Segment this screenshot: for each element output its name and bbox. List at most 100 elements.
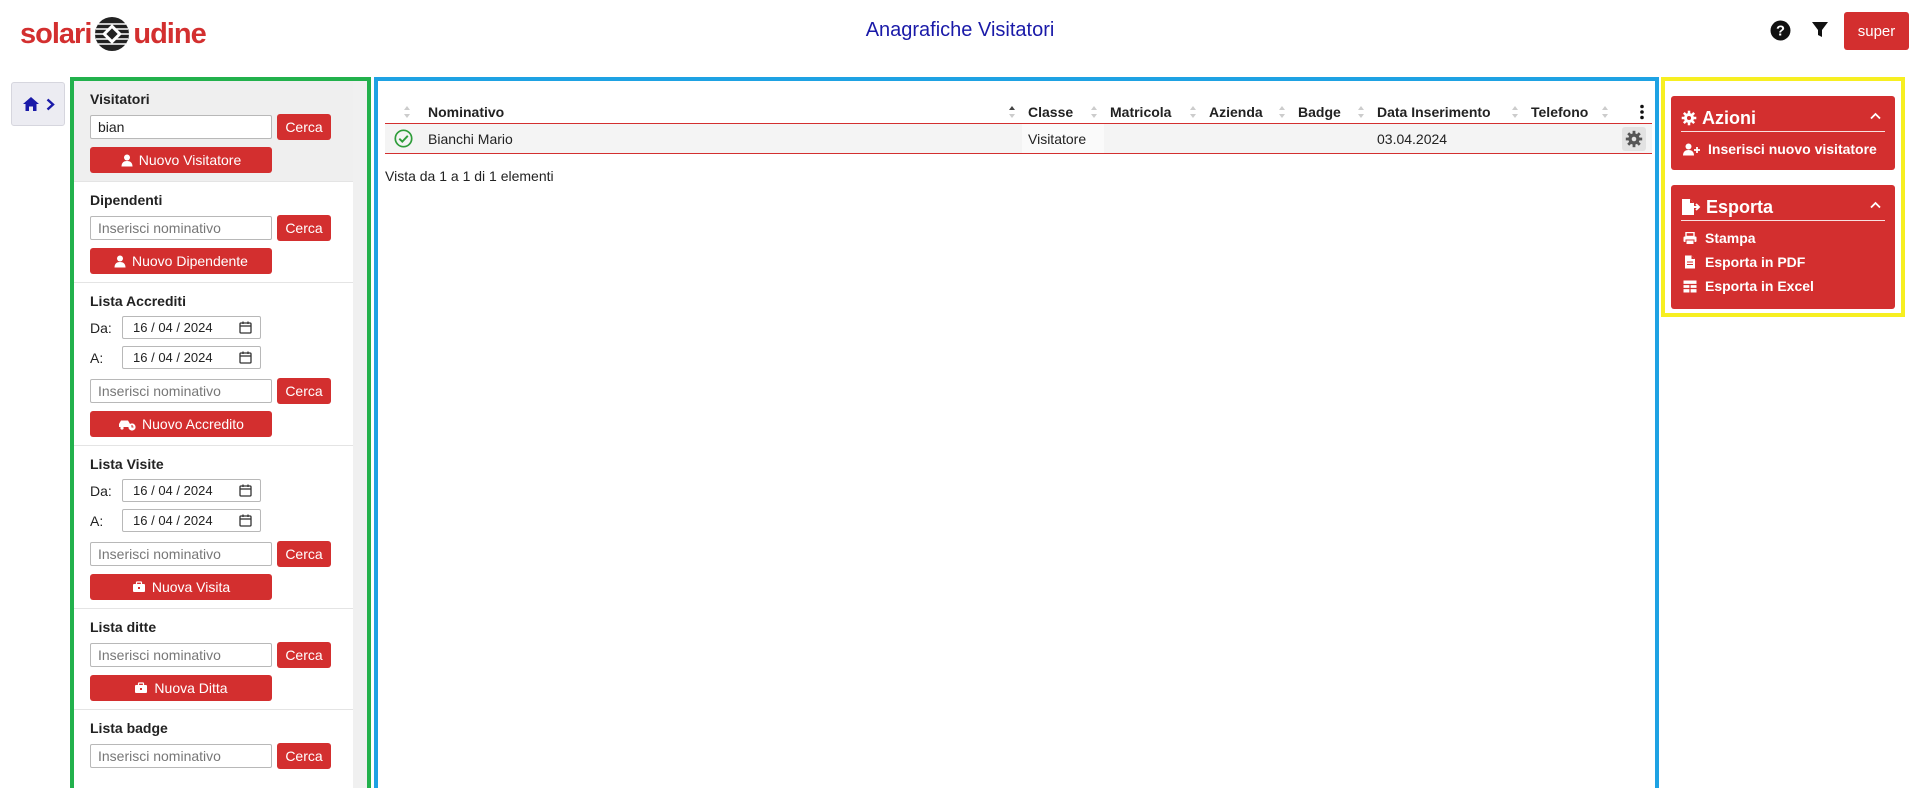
dipendenti-search-input[interactable] <box>90 216 272 240</box>
export-pdf-action[interactable]: Esporta in PDF <box>1683 250 1883 274</box>
col-telefono-header[interactable]: Telefono <box>1525 100 1615 123</box>
new-visit-button[interactable]: Nuova Visita <box>90 574 272 600</box>
accrediti-to-date[interactable]: 16 / 04 / 2024 <box>122 346 261 369</box>
car-clock-icon <box>119 420 136 431</box>
dipendenti-search-button[interactable]: Cerca <box>277 215 331 241</box>
help-icon[interactable]: ? <box>1768 18 1792 42</box>
visitatori-search-input[interactable] <box>90 115 272 139</box>
visitatori-search-button[interactable]: Cerca <box>277 114 331 140</box>
from-label: Da: <box>90 482 112 499</box>
new-visitor-label: Nuovo Visitatore <box>138 152 242 168</box>
export-pdf-label: Esporta in PDF <box>1705 254 1806 270</box>
new-employee-button[interactable]: Nuovo Dipendente <box>90 248 272 274</box>
cell-classe: Visitatore <box>1022 124 1104 153</box>
accrediti-search-input[interactable] <box>90 379 272 403</box>
chevron-right-icon[interactable] <box>46 98 55 111</box>
table-header: Nominativo Classe Matricola Azienda Badg… <box>385 100 1652 124</box>
print-action[interactable]: Stampa <box>1683 226 1883 250</box>
col-classe-header[interactable]: Classe <box>1022 100 1104 123</box>
date-year: 2024 <box>183 483 213 498</box>
file-export-icon <box>1682 199 1701 215</box>
ditte-search-input[interactable] <box>90 643 272 667</box>
column-label: Classe <box>1028 103 1074 120</box>
badge-search-button[interactable]: Cerca <box>277 743 331 769</box>
col-matricola-header[interactable]: Matricola <box>1104 100 1203 123</box>
status-cell <box>385 124 422 153</box>
azioni-title: Azioni <box>1702 107 1756 128</box>
visite-to-date[interactable]: 16 / 04 / 2024 <box>122 509 261 532</box>
section-title: Lista ditte <box>90 619 157 635</box>
visite-search-input[interactable] <box>90 542 272 566</box>
col-badge-header[interactable]: Badge <box>1292 100 1371 123</box>
chevron-up-icon[interactable] <box>1870 112 1881 120</box>
chevron-up-icon[interactable] <box>1870 201 1881 209</box>
visitors-table: Nominativo Classe Matricola Azienda Badg… <box>385 100 1652 154</box>
visite-search-button[interactable]: Cerca <box>277 541 331 567</box>
left-search-panel: Visitatori Cerca Nuovo Visitatore Dipend… <box>70 77 371 788</box>
to-label: A: <box>90 349 104 366</box>
more-vertical-icon[interactable] <box>1640 104 1644 120</box>
section-title: Dipendenti <box>90 192 163 208</box>
new-accredito-button[interactable]: Nuovo Accredito <box>90 411 272 437</box>
page-title-text: Anagrafiche Visitatori <box>865 19 1055 41</box>
section-accrediti: Lista Accrediti Da: 16 / 04 / 2024 A: 16… <box>74 283 357 446</box>
section-title: Visitatori <box>90 91 150 107</box>
sort-asc-icon <box>1009 106 1015 118</box>
svg-text:?: ? <box>1776 23 1785 39</box>
column-options-menu[interactable] <box>1615 100 1652 123</box>
row-settings-button[interactable] <box>1621 126 1646 151</box>
user-menu-button[interactable]: super <box>1844 12 1909 50</box>
date-day: 16 <box>133 513 148 528</box>
export-excel-action[interactable]: Esporta in Excel <box>1683 274 1883 298</box>
file-pdf-icon <box>1685 255 1695 269</box>
new-company-button[interactable]: Nuova Ditta <box>90 675 272 701</box>
ditte-search-button[interactable]: Cerca <box>277 642 331 668</box>
section-visitatori: Visitatori Cerca Nuovo Visitatore <box>74 81 357 182</box>
new-employee-label: Nuovo Dipendente <box>132 253 248 269</box>
visite-from-date[interactable]: 16 / 04 / 2024 <box>122 479 261 502</box>
section-title: Lista Visite <box>90 456 164 472</box>
logo: solari udine <box>20 16 207 52</box>
table-info: Vista da 1 a 1 di 1 elementi <box>385 168 554 184</box>
column-label: Azienda <box>1209 103 1263 120</box>
section-ditte: Lista ditte Cerca Nuova Ditta <box>74 609 357 710</box>
calendar-icon[interactable] <box>239 484 252 497</box>
section-visite: Lista Visite Da: 16 / 04 / 2024 A: 16 / … <box>74 446 357 609</box>
accrediti-search-button[interactable]: Cerca <box>277 378 331 404</box>
section-badge: Lista badge Cerca <box>74 710 357 784</box>
date-year: 2024 <box>183 513 213 528</box>
filter-icon[interactable] <box>1808 18 1832 42</box>
from-label: Da: <box>90 319 112 336</box>
col-status-header[interactable] <box>385 100 422 123</box>
esporta-header[interactable]: Esporta <box>1681 194 1885 221</box>
calendar-icon[interactable] <box>239 351 252 364</box>
accrediti-from-date[interactable]: 16 / 04 / 2024 <box>122 316 261 339</box>
col-azienda-header[interactable]: Azienda <box>1203 100 1292 123</box>
sort-icon <box>1512 106 1518 118</box>
briefcase-icon <box>135 682 148 693</box>
section-title: Lista badge <box>90 720 168 736</box>
col-data-inserimento-header[interactable]: Data Inserimento <box>1371 100 1525 123</box>
gear-icon <box>1681 110 1697 126</box>
table-row[interactable]: Bianchi Mario Visitatore 03.04.2024 <box>385 124 1652 154</box>
esporta-card: Esporta Stampa Esporta in PDF Esporta in… <box>1671 185 1895 309</box>
badge-search-input[interactable] <box>90 744 272 768</box>
page-title: Anagrafiche Visitatori <box>0 19 1920 42</box>
column-label: Nominativo <box>428 103 505 120</box>
header: solari udine Anagrafiche Visitatori ? su… <box>0 0 1920 64</box>
insert-visitor-action[interactable]: Inserisci nuovo visitatore <box>1683 137 1883 161</box>
gear-icon <box>1625 130 1642 147</box>
calendar-icon[interactable] <box>239 514 252 527</box>
col-nominativo-header[interactable]: Nominativo <box>422 100 1022 123</box>
calendar-icon[interactable] <box>239 321 252 334</box>
results-panel: Nominativo Classe Matricola Azienda Badg… <box>374 77 1659 788</box>
row-actions-cell <box>1615 124 1652 153</box>
new-accredito-label: Nuovo Accredito <box>142 416 244 432</box>
user-icon <box>114 255 126 267</box>
new-visitor-button[interactable]: Nuovo Visitatore <box>90 147 272 173</box>
left-panel-scrollbar[interactable] <box>353 81 367 788</box>
azioni-header[interactable]: Azioni <box>1681 105 1885 132</box>
date-year: 2024 <box>183 350 213 365</box>
home-icon[interactable] <box>22 96 40 112</box>
cell-azienda <box>1203 124 1292 153</box>
